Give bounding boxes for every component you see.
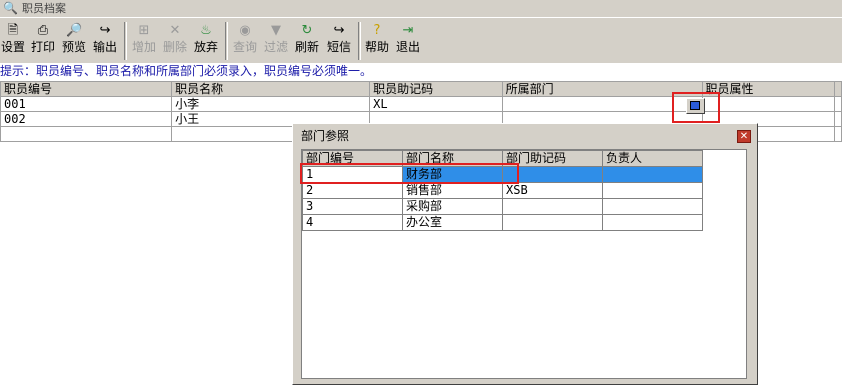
export-label: 输出	[92, 40, 117, 54]
dialog-title: 部门参照	[301, 129, 350, 143]
discard-icon: ♨	[200, 23, 212, 38]
cell-employee-name[interactable]: 小李	[171, 96, 371, 112]
query-label: 查询	[232, 40, 257, 54]
cell-extra	[834, 111, 842, 127]
app-search-icon: 🔍	[3, 1, 18, 15]
annotation-highlight-box	[300, 163, 519, 184]
cell-dept-name[interactable]: 采购部	[402, 198, 503, 215]
column-header-manager[interactable]: 负责人	[602, 150, 703, 167]
dialog-titlebar: 部门参照 ✕	[295, 128, 753, 145]
close-icon[interactable]: ✕	[737, 130, 751, 143]
settings-label: 设置	[1, 40, 26, 54]
filter-button[interactable]: ▼ 过滤	[262, 21, 290, 59]
cell-dept-name[interactable]: 办公室	[402, 214, 503, 231]
cell-dept-name[interactable]: 销售部	[402, 182, 503, 199]
column-header-extra	[834, 81, 842, 97]
cell-dept-id[interactable]: 4	[302, 214, 403, 231]
cell-dept-id[interactable]: 3	[302, 198, 403, 215]
cell-dept-mnemonic[interactable]	[502, 214, 603, 231]
toolbar: 🗎 设置 ⎙ 打印 🔎 预览 ↪ 输出 ⊞ 增加 ✕ 删除 ♨ 放弃 ◉ 查询 …	[0, 17, 842, 64]
settings-button[interactable]: 🗎 设置	[1, 21, 25, 59]
printer-icon: ⎙	[37, 23, 49, 38]
sms-button[interactable]: ↪ 短信	[325, 21, 353, 59]
cell-extra	[834, 96, 842, 112]
cell-dept-id[interactable]: 2	[302, 182, 403, 199]
refresh-label: 刷新	[294, 40, 319, 54]
filter-label: 过滤	[263, 40, 288, 54]
refresh-icon: ↻	[301, 23, 313, 38]
discard-label: 放弃	[193, 40, 218, 54]
print-label: 打印	[30, 40, 55, 54]
window-titlebar: 🔍 职员档案	[0, 0, 842, 17]
settings-icon: 🗎	[7, 23, 19, 38]
delete-button[interactable]: ✕ 删除	[161, 21, 189, 59]
help-icon: ?	[373, 23, 381, 38]
cell-extra	[834, 126, 842, 142]
exit-icon: ⇥	[402, 23, 414, 38]
exit-button[interactable]: ⇥ 退出	[394, 21, 422, 59]
cell-manager[interactable]	[602, 182, 703, 199]
refresh-button[interactable]: ↻ 刷新	[293, 21, 321, 59]
sms-icon: ↪	[333, 23, 345, 38]
discard-button[interactable]: ♨ 放弃	[192, 21, 220, 59]
cell-manager[interactable]	[602, 214, 703, 231]
delete-icon: ✕	[169, 23, 181, 38]
preview-button[interactable]: 🔎 预览	[60, 21, 88, 59]
cell-employee-id[interactable]	[0, 126, 173, 142]
add-button[interactable]: ⊞ 增加	[130, 21, 158, 59]
column-header-employee-mnemonic[interactable]: 职员助记码	[369, 81, 503, 97]
cell-manager[interactable]	[602, 198, 703, 215]
preview-label: 预览	[61, 40, 86, 54]
annotation-highlight-box	[672, 92, 720, 123]
window-title: 职员档案	[22, 2, 66, 15]
cell-manager[interactable]	[602, 166, 703, 183]
add-icon: ⊞	[138, 23, 150, 38]
toolbar-separator	[124, 22, 127, 60]
column-header-employee-name[interactable]: 职员名称	[171, 81, 371, 97]
table-row[interactable]: 2 销售部 XSB	[302, 182, 703, 199]
help-label: 帮助	[364, 40, 389, 54]
export-button[interactable]: ↪ 输出	[91, 21, 119, 59]
cell-employee-id[interactable]: 001	[0, 96, 173, 112]
query-button[interactable]: ◉ 查询	[231, 21, 259, 59]
cell-employee-attribute[interactable]	[701, 96, 836, 112]
table-row[interactable]: 4 办公室	[302, 214, 703, 231]
hint-text: 提示：职员编号、职员名称和所属部门必须录入，职员编号必须唯一。	[0, 63, 842, 81]
preview-icon: 🔎	[66, 23, 83, 38]
cell-employee-id[interactable]: 002	[0, 111, 173, 127]
help-button[interactable]: ? 帮助	[363, 21, 391, 59]
print-button[interactable]: ⎙ 打印	[29, 21, 57, 59]
table-row[interactable]: 3 采购部	[302, 198, 703, 215]
sms-label: 短信	[326, 40, 351, 54]
column-header-employee-attribute[interactable]: 职员属性	[701, 81, 836, 97]
toolbar-separator	[225, 22, 228, 60]
cell-dept-mnemonic[interactable]: XSB	[502, 182, 603, 199]
add-label: 增加	[131, 40, 156, 54]
cell-employee-mnemonic[interactable]: XL	[369, 96, 503, 112]
delete-label: 删除	[162, 40, 187, 54]
export-icon: ↪	[99, 23, 111, 38]
binoculars-icon: ◉	[239, 23, 251, 38]
filter-icon: ▼	[271, 23, 281, 38]
cell-dept-mnemonic[interactable]	[502, 198, 603, 215]
column-header-employee-id[interactable]: 职员编号	[0, 81, 173, 97]
toolbar-separator	[358, 22, 361, 60]
exit-label: 退出	[395, 40, 420, 54]
